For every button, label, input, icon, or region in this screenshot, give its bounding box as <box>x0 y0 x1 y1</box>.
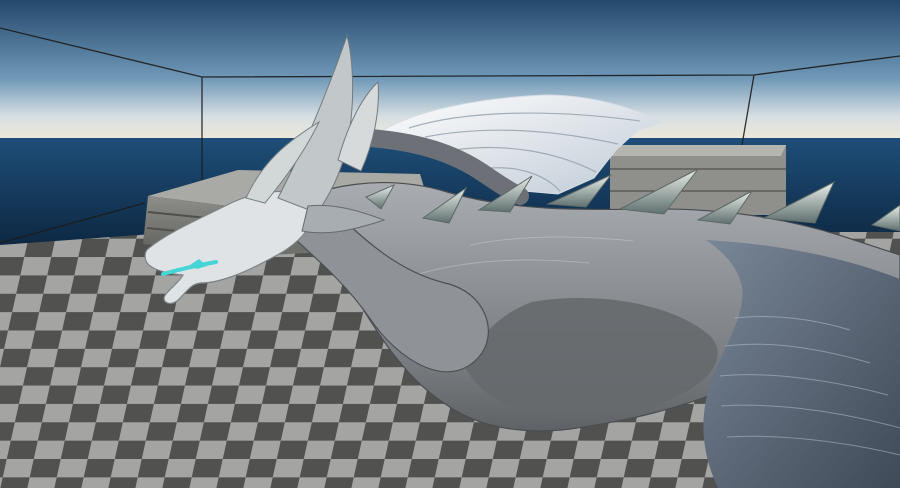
editor-viewport[interactable] <box>0 0 900 488</box>
scene-canvas[interactable] <box>0 0 900 488</box>
